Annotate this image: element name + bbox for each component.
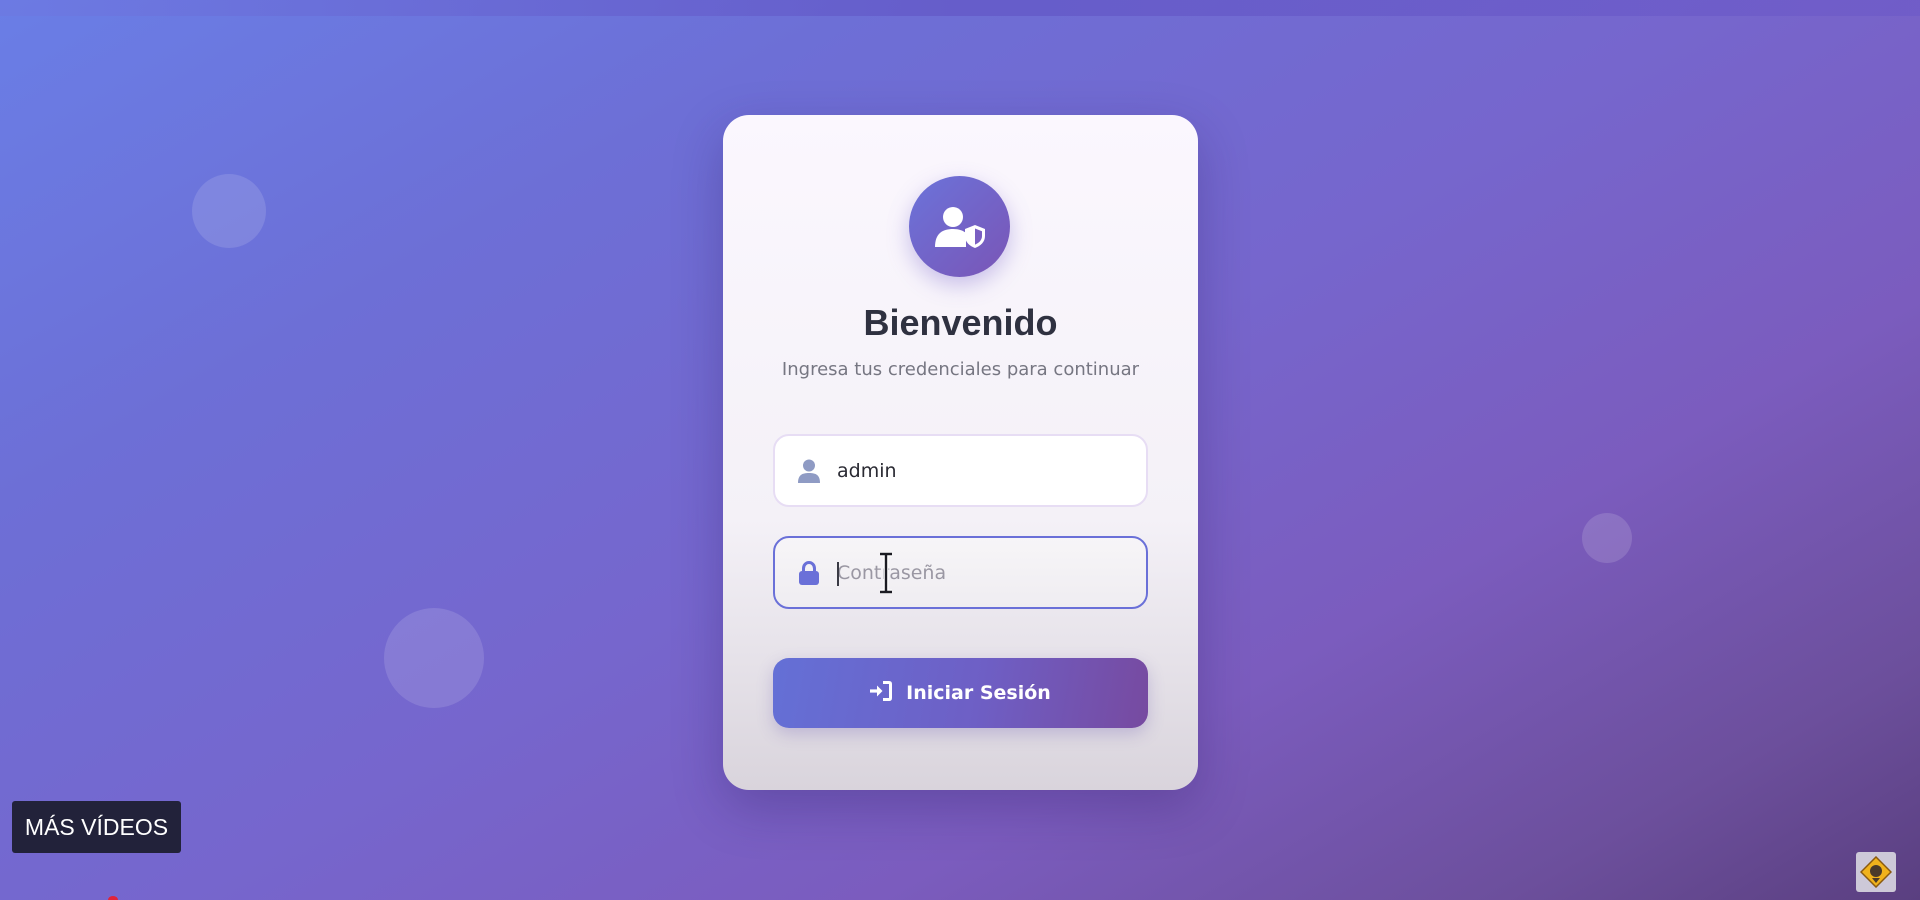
login-button-label: Iniciar Sesión: [906, 682, 1051, 704]
decorative-bubble: [192, 174, 266, 248]
decorative-bubble: [1582, 513, 1632, 563]
login-card: Bienvenido Ingresa tus credenciales para…: [723, 115, 1198, 790]
lock-icon: [795, 559, 823, 587]
decorative-bubble: [384, 608, 484, 708]
page-title: Bienvenido: [863, 302, 1058, 343]
sign-in-icon: [870, 680, 893, 706]
username-input[interactable]: [837, 450, 1127, 491]
text-cursor-icon: [880, 552, 892, 594]
username-field[interactable]: [773, 434, 1148, 507]
progress-dot: [108, 896, 118, 900]
more-videos-button[interactable]: MÁS VÍDEOS: [12, 801, 181, 853]
page-background: Bienvenido Ingresa tus credenciales para…: [0, 0, 1920, 900]
channel-logo-icon[interactable]: [1856, 852, 1896, 892]
page-subtitle: Ingresa tus credenciales para continuar: [781, 359, 1140, 380]
user-icon: [795, 457, 823, 485]
login-button[interactable]: Iniciar Sesión: [773, 658, 1148, 728]
text-caret: [837, 562, 839, 586]
top-strip: [0, 0, 1920, 16]
password-field[interactable]: [773, 536, 1148, 609]
user-shield-icon: [909, 176, 1010, 277]
